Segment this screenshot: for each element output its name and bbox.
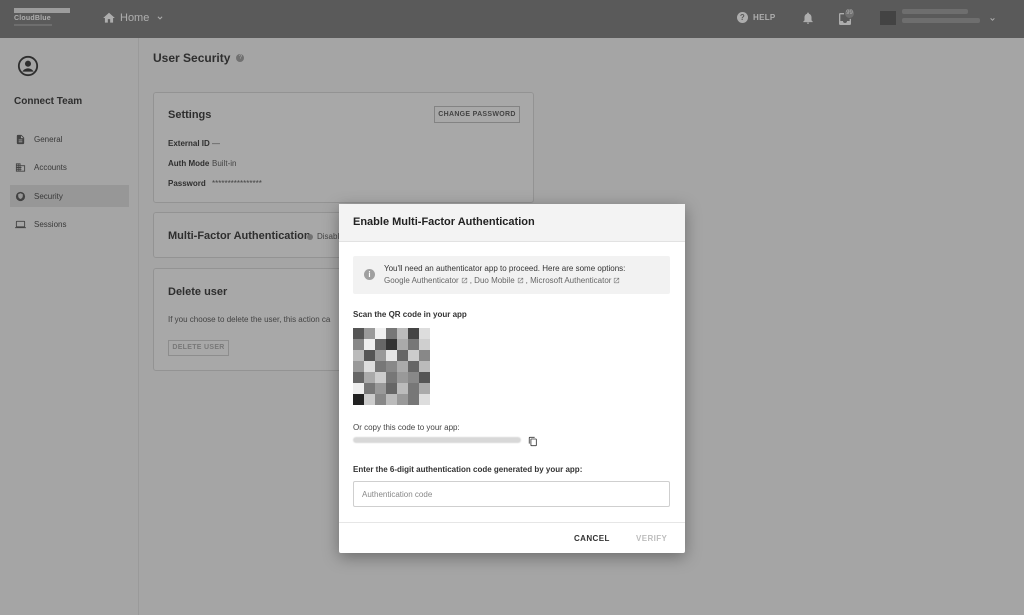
- qr-cell: [364, 383, 375, 394]
- qr-cell: [375, 372, 386, 383]
- notice-text: You'll need an authenticator app to proc…: [384, 264, 626, 273]
- qr-cell: [353, 383, 364, 394]
- qr-cell: [397, 339, 408, 350]
- qr-cell: [364, 350, 375, 361]
- qr-cell: [419, 328, 430, 339]
- qr-cell: [419, 350, 430, 361]
- authenticator-links: Google Authenticator , Duo Mobile , Micr…: [384, 276, 622, 285]
- qr-cell: [408, 372, 419, 383]
- qr-cell: [408, 394, 419, 405]
- external-link-icon: [517, 277, 523, 284]
- qr-cell: [408, 383, 419, 394]
- qr-cell: [375, 339, 386, 350]
- microsoft-authenticator-link[interactable]: Microsoft Authenticator: [530, 276, 611, 285]
- info-icon: i: [364, 269, 375, 280]
- authenticator-notice: i You'll need an authenticator app to pr…: [353, 256, 670, 294]
- qr-cell: [408, 339, 419, 350]
- qr-code: [353, 328, 430, 405]
- verify-button[interactable]: VERIFY: [636, 534, 667, 543]
- qr-cell: [419, 361, 430, 372]
- qr-cell: [419, 394, 430, 405]
- qr-cell: [397, 394, 408, 405]
- external-link-icon: [614, 277, 620, 284]
- qr-cell: [375, 394, 386, 405]
- qr-cell: [353, 394, 364, 405]
- copy-code-label: Or copy this code to your app:: [353, 423, 460, 432]
- copy-icon[interactable]: [528, 436, 538, 447]
- qr-cell: [386, 350, 397, 361]
- qr-cell: [397, 361, 408, 372]
- external-link-icon: [461, 277, 467, 284]
- qr-cell: [364, 394, 375, 405]
- qr-cell: [364, 372, 375, 383]
- qr-cell: [419, 372, 430, 383]
- qr-cell: [397, 383, 408, 394]
- qr-cell: [397, 372, 408, 383]
- qr-cell: [408, 328, 419, 339]
- qr-cell: [353, 328, 364, 339]
- dialog-actions: CANCEL VERIFY: [339, 522, 685, 553]
- duo-mobile-link[interactable]: Duo Mobile: [474, 276, 514, 285]
- qr-cell: [386, 339, 397, 350]
- qr-cell: [364, 339, 375, 350]
- qr-cell: [419, 383, 430, 394]
- qr-cell: [375, 361, 386, 372]
- qr-cell: [397, 328, 408, 339]
- qr-cell: [419, 339, 430, 350]
- scan-qr-label: Scan the QR code in your app: [353, 310, 467, 319]
- qr-cell: [386, 394, 397, 405]
- google-authenticator-link[interactable]: Google Authenticator: [384, 276, 459, 285]
- secret-code-redacted: [353, 437, 521, 443]
- qr-cell: [375, 383, 386, 394]
- qr-cell: [386, 361, 397, 372]
- qr-cell: [386, 372, 397, 383]
- authentication-code-input[interactable]: [353, 481, 670, 507]
- qr-cell: [375, 350, 386, 361]
- qr-cell: [386, 383, 397, 394]
- cancel-button[interactable]: CANCEL: [574, 534, 610, 543]
- dialog-title: Enable Multi-Factor Authentication: [339, 204, 685, 242]
- qr-cell: [364, 328, 375, 339]
- qr-cell: [375, 328, 386, 339]
- qr-cell: [353, 350, 364, 361]
- code-entry-label: Enter the 6-digit authentication code ge…: [353, 465, 583, 474]
- qr-cell: [364, 361, 375, 372]
- qr-cell: [397, 350, 408, 361]
- qr-cell: [353, 361, 364, 372]
- qr-cell: [408, 350, 419, 361]
- qr-cell: [353, 372, 364, 383]
- enable-mfa-dialog: Enable Multi-Factor Authentication i You…: [339, 204, 685, 553]
- qr-cell: [353, 339, 364, 350]
- qr-cell: [408, 361, 419, 372]
- qr-cell: [386, 328, 397, 339]
